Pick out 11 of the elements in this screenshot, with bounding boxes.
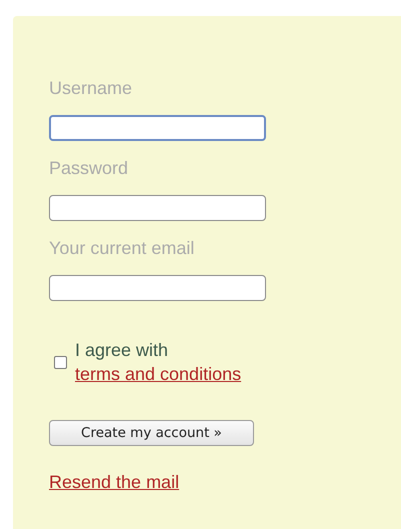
resend-link[interactable]: Resend the mail bbox=[49, 470, 180, 494]
field-label: Your current email bbox=[49, 237, 194, 260]
agreement-text: I agree with terms and conditions bbox=[75, 339, 242, 386]
input-field[interactable] bbox=[49, 275, 266, 301]
field-label: Password bbox=[49, 157, 128, 180]
checkbox[interactable] bbox=[54, 356, 67, 368]
terms-link[interactable]: terms and conditions bbox=[75, 364, 242, 384]
input-field[interactable] bbox=[49, 115, 266, 141]
input-field[interactable] bbox=[49, 195, 266, 221]
field-label: Username bbox=[49, 77, 132, 100]
create-account-button[interactable]: Create my account » bbox=[49, 420, 254, 446]
